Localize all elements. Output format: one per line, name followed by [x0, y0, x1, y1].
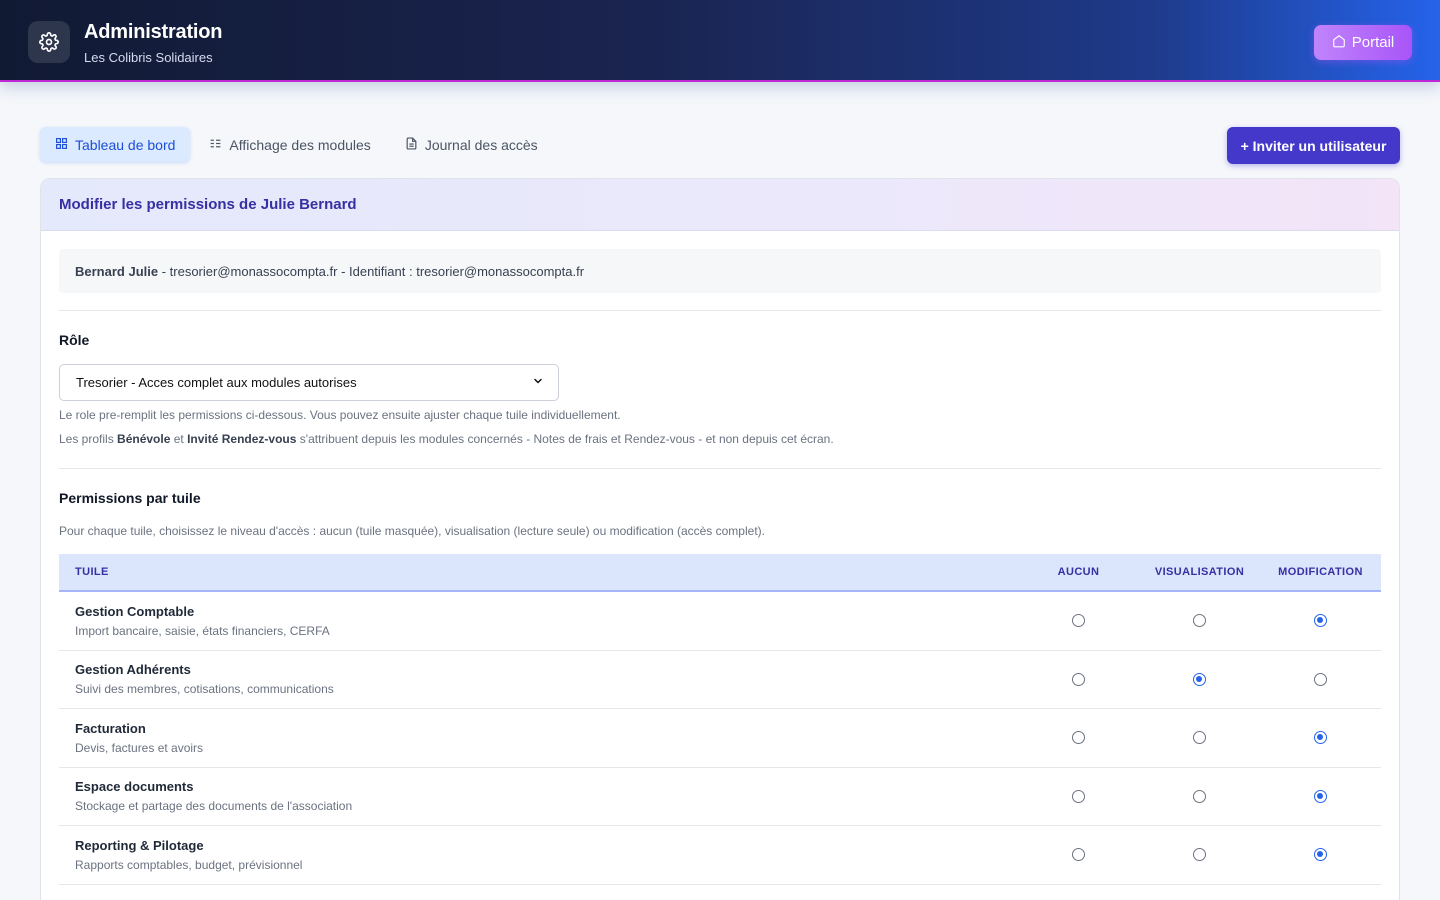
- tab-label: Journal des accès: [424, 136, 538, 153]
- permission-radio-visualisation[interactable]: [1193, 848, 1206, 862]
- tile-title: Gestion Adhérents: [75, 662, 191, 678]
- table-row: Facturation Devis, factures et avoirs: [59, 709, 1381, 768]
- column-header-view: VISUALISATION: [1154, 566, 1245, 578]
- radio-cell: [1018, 731, 1139, 745]
- permission-radio-aucun[interactable]: [1072, 614, 1085, 628]
- radio-cell: [1018, 614, 1139, 628]
- table-header: TUILE AUCUN VISUALISATION MODIFICATION: [59, 554, 1381, 592]
- role-help-text: Le role pre-remplit les permissions ci-d…: [59, 408, 621, 422]
- help-text-strong: Bénévole: [117, 432, 171, 446]
- user-details: - tresorier@monassocompta.fr - Identifia…: [158, 263, 585, 279]
- role-select[interactable]: Tresorier - Acces complet aux modules au…: [59, 364, 559, 401]
- radio-cell: [1139, 789, 1260, 803]
- tab-modules-display[interactable]: Affichage des modules: [194, 127, 385, 162]
- radio-cell: [1260, 848, 1381, 862]
- divider: [59, 468, 1381, 469]
- role-label: Rôle: [59, 332, 90, 348]
- permissions-help-text: Pour chaque tuile, choisissez le niveau …: [59, 524, 765, 538]
- chevron-down-icon: [532, 375, 544, 390]
- tile-title: Gestion Comptable: [75, 603, 195, 619]
- permission-radio-aucun[interactable]: [1072, 672, 1085, 686]
- table-row: Gestion Comptable Import bancaire, saisie…: [59, 592, 1381, 651]
- tile-cell: Reporting & Pilotage Rapports comptables,…: [59, 838, 1018, 872]
- tab-label: Tableau de bord: [75, 136, 176, 153]
- gear-icon: [28, 21, 70, 63]
- help-text-part: s'attribuent depuis les modules concerné…: [296, 432, 834, 446]
- divider: [59, 310, 1381, 311]
- permission-radio-visualisation[interactable]: [1193, 731, 1206, 745]
- tab-access-log[interactable]: Journal des accès: [390, 127, 553, 162]
- tile-title: Facturation: [75, 720, 146, 736]
- radio-cell: [1139, 672, 1260, 686]
- tile-title: Espace documents: [75, 779, 194, 795]
- tile-cell: Facturation Devis, factures et avoirs: [59, 721, 1018, 755]
- role-select-value: Tresorier - Acces complet aux modules au…: [76, 375, 357, 390]
- home-icon: [1332, 34, 1346, 52]
- permission-radio-visualisation[interactable]: [1193, 789, 1206, 803]
- card-title: Modifier les permissions de Julie Bernar…: [59, 196, 357, 213]
- tile-title: Reporting & Pilotage: [75, 837, 204, 853]
- tile-cell: Espace documents Stockage et partage des …: [59, 779, 1018, 813]
- help-text-part: Les profils: [59, 432, 118, 446]
- table-row: Espace documents Stockage et partage des …: [59, 768, 1381, 826]
- tab-label: Affichage des modules: [229, 136, 371, 153]
- organization-name: Les Colibris Solidaires: [84, 50, 213, 65]
- tile-description: Rapports comptables, budget, prévisionne…: [75, 857, 303, 872]
- tile-description: Devis, factures et avoirs: [75, 740, 204, 755]
- tile-description: Stockage et partage des documents de l'a…: [75, 799, 353, 814]
- radio-cell: [1018, 672, 1139, 686]
- tab-bar: Tableau de bord Affichage des modules Jo…: [40, 127, 557, 162]
- permission-radio-modification[interactable]: [1314, 614, 1327, 628]
- app-header: Administration Les Colibris Solidaires P…: [0, 0, 1440, 82]
- portal-button-label: Portail: [1351, 34, 1395, 51]
- permission-radio-visualisation[interactable]: [1193, 614, 1206, 628]
- table-body: Gestion Comptable Import bancaire, saisie…: [59, 592, 1381, 885]
- grid-icon: [55, 137, 68, 153]
- user-info: Bernard Julie - tresorier@monassocompta.…: [59, 249, 1381, 293]
- tile-description: Import bancaire, saisie, états financier…: [75, 623, 330, 638]
- help-text-part: et: [170, 432, 188, 446]
- radio-cell: [1018, 789, 1139, 803]
- radio-cell: [1260, 614, 1381, 628]
- permission-radio-modification[interactable]: [1314, 672, 1327, 686]
- help-text-strong: Invité Rendez-vous: [187, 432, 297, 446]
- list-icon: [209, 137, 222, 153]
- permission-radio-aucun[interactable]: [1072, 731, 1085, 745]
- permission-radio-visualisation[interactable]: [1193, 672, 1206, 686]
- column-header-tile: TUILE: [75, 566, 109, 578]
- permission-radio-modification[interactable]: [1314, 789, 1327, 803]
- radio-cell: [1260, 731, 1381, 745]
- radio-cell: [1018, 848, 1139, 862]
- column-header-none: AUCUN: [1057, 566, 1100, 578]
- permissions-table: TUILE AUCUN VISUALISATION MODIFICATION G…: [59, 554, 1381, 885]
- table-row: Reporting & Pilotage Rapports comptables,…: [59, 826, 1381, 885]
- portal-button[interactable]: Portail: [1314, 25, 1412, 60]
- radio-cell: [1139, 614, 1260, 628]
- tile-cell: Gestion Comptable Import bancaire, saisie…: [59, 604, 1018, 638]
- invite-user-button[interactable]: + Inviter un utilisateur: [1227, 127, 1400, 164]
- profiles-help-text: Les profils Bénévole et Invité Rendez-vo…: [59, 432, 834, 446]
- document-icon: [405, 136, 418, 153]
- tile-description: Suivi des membres, cotisations, communic…: [75, 682, 334, 697]
- column-header-edit: MODIFICATION: [1278, 566, 1363, 578]
- permissions-card: Modifier les permissions de Julie Bernar…: [40, 178, 1400, 900]
- permissions-title: Permissions par tuile: [59, 490, 201, 506]
- radio-cell: [1139, 848, 1260, 862]
- card-header: Modifier les permissions de Julie Bernar…: [41, 179, 1399, 231]
- permission-radio-modification[interactable]: [1314, 848, 1327, 862]
- permission-radio-modification[interactable]: [1314, 731, 1327, 745]
- permission-radio-aucun[interactable]: [1072, 789, 1085, 803]
- radio-cell: [1260, 789, 1381, 803]
- tab-dashboard[interactable]: Tableau de bord: [40, 127, 191, 162]
- table-row: Gestion Adhérents Suivi des membres, coti…: [59, 651, 1381, 709]
- radio-cell: [1260, 672, 1381, 686]
- user-name: Bernard Julie: [75, 263, 159, 279]
- page-title: Administration: [84, 21, 223, 43]
- permission-radio-aucun[interactable]: [1072, 848, 1085, 862]
- tile-cell: Gestion Adhérents Suivi des membres, coti…: [59, 662, 1018, 696]
- radio-cell: [1139, 731, 1260, 745]
